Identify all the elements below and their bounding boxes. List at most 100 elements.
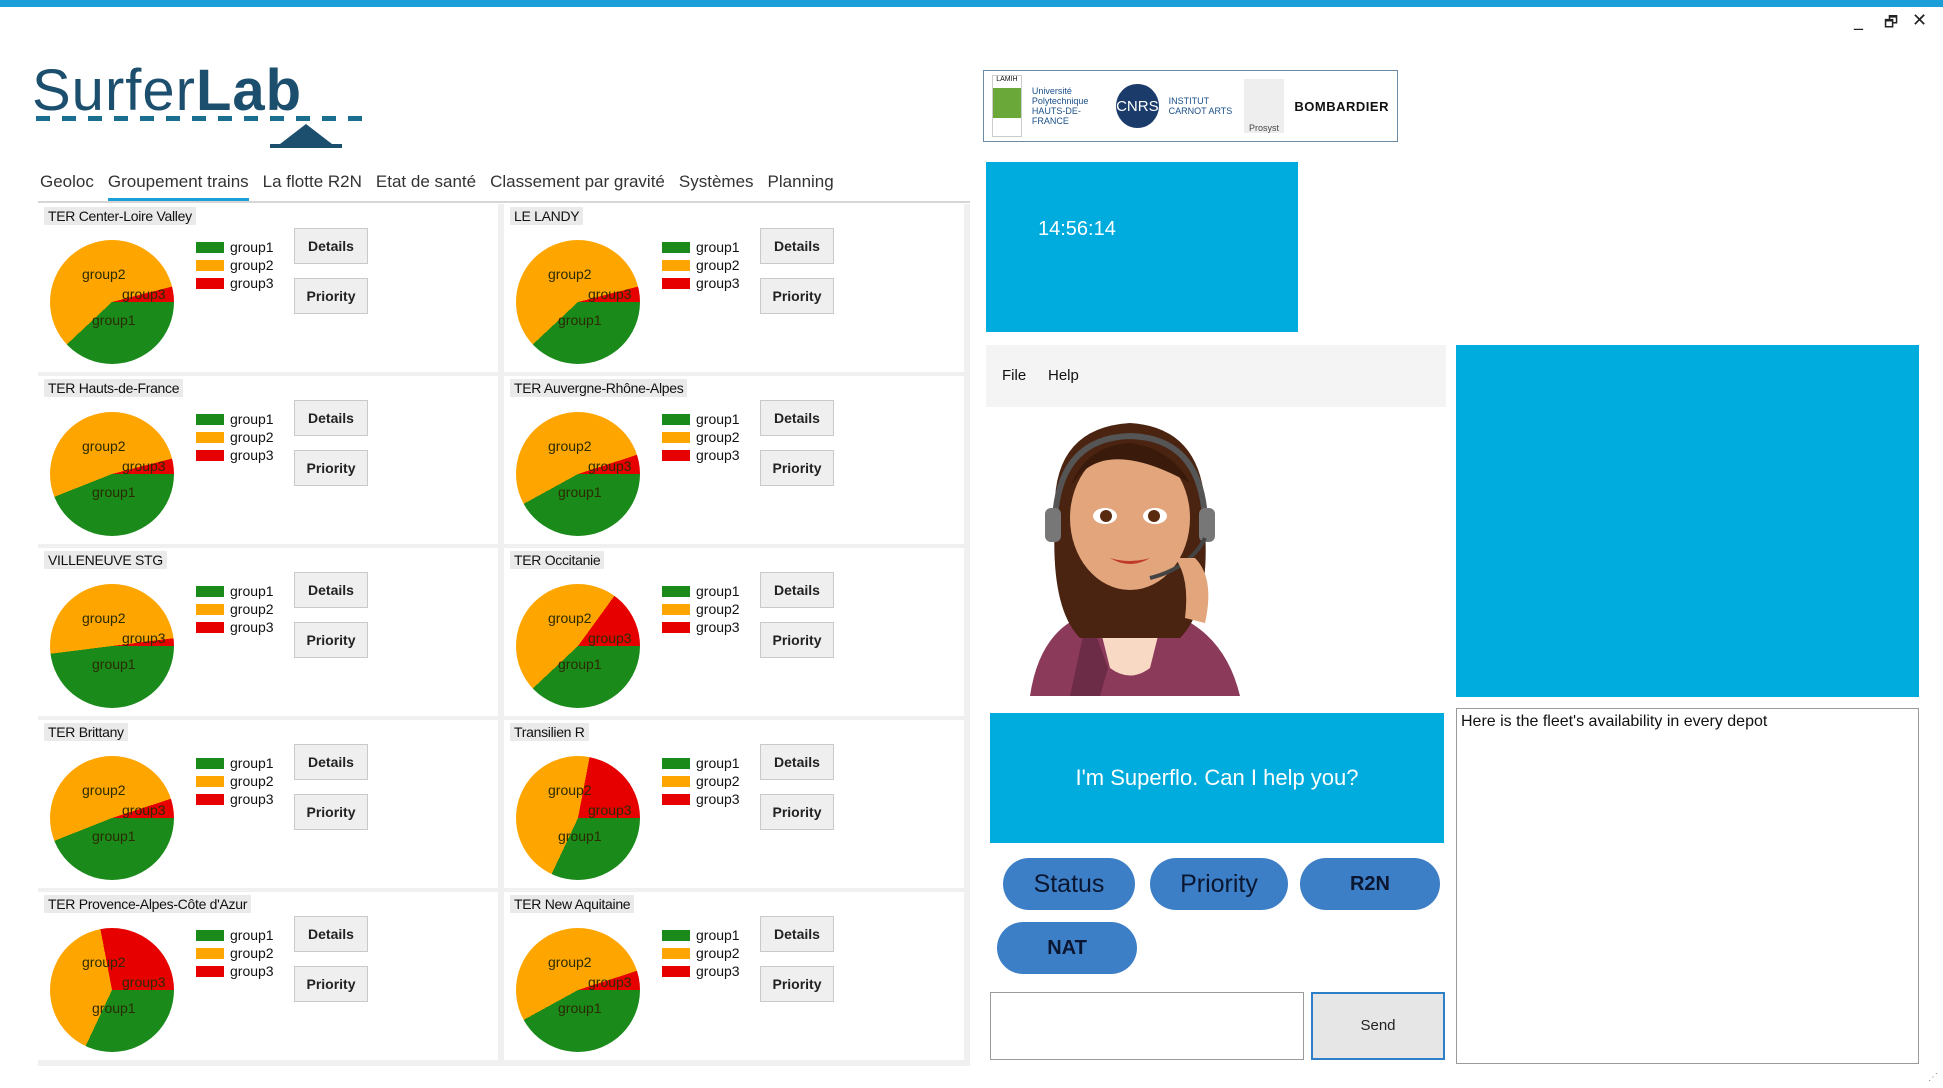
legend-label: group1 (696, 239, 740, 255)
legend-swatch (662, 449, 690, 461)
details-button[interactable]: Details (294, 916, 368, 952)
pie-chart (516, 412, 640, 536)
priority-button[interactable]: Priority (294, 450, 368, 486)
legend-swatch (662, 621, 690, 633)
tab-systemes[interactable]: Systèmes (679, 172, 754, 201)
legend-swatch (196, 449, 224, 461)
tab-la-flotte-r2n[interactable]: La flotte R2N (263, 172, 362, 201)
restore-icon[interactable]: 🗗 (1884, 12, 1898, 37)
priority-button[interactable]: Priority (760, 966, 834, 1002)
pie-slice-label: group1 (92, 828, 136, 844)
pie-chart (516, 756, 640, 880)
chat-menu-bar: File Help (986, 345, 1446, 407)
priority-button[interactable]: Priority (294, 622, 368, 658)
legend-swatch (662, 793, 690, 805)
quick-nat-button[interactable]: NAT (997, 922, 1137, 974)
response-box[interactable]: Here is the fleet's availability in ever… (1456, 708, 1919, 1064)
chat-input[interactable] (990, 992, 1304, 1060)
legend-label: group3 (696, 791, 740, 807)
depot-title: TER Auvergne-Rhône-Alpes (510, 379, 688, 397)
details-button[interactable]: Details (760, 400, 834, 436)
legend-item: group1 (662, 238, 740, 256)
quick-priority-button[interactable]: Priority (1150, 858, 1288, 910)
pie-slice-label: group1 (558, 828, 602, 844)
tab-etat-de-sante[interactable]: Etat de santé (376, 172, 476, 201)
menu-file[interactable]: File (1002, 367, 1026, 384)
tab-underline (38, 201, 970, 203)
legend-item: group2 (196, 256, 274, 274)
quick-status-button[interactable]: Status (1003, 858, 1135, 910)
close-icon[interactable]: ✕ (1912, 10, 1927, 31)
tab-geoloc[interactable]: Geoloc (40, 172, 94, 201)
details-button[interactable]: Details (760, 228, 834, 264)
minimize-icon[interactable]: _ (1854, 10, 1863, 31)
pie-slice-label: group3 (588, 286, 632, 302)
priority-button[interactable]: Priority (294, 278, 368, 314)
details-button[interactable]: Details (760, 572, 834, 608)
legend-item: group1 (196, 754, 274, 772)
priority-button[interactable]: Priority (294, 966, 368, 1002)
depot-panel: TER Brittany group2 group3 group1 group1 grou… (38, 720, 504, 894)
uphf-logo: Université Polytechnique HAUTS-DE-FRANCE (1031, 86, 1089, 126)
pie-chart (516, 584, 640, 708)
legend-item: group3 (196, 274, 274, 292)
details-button[interactable]: Details (760, 916, 834, 952)
legend-item: group1 (662, 582, 740, 600)
priority-button[interactable]: Priority (760, 794, 834, 830)
pie-slice-label: group2 (548, 954, 592, 970)
pie-slice-label: group1 (92, 1000, 136, 1016)
legend-label: group2 (230, 257, 274, 273)
assistant-avatar (1030, 423, 1240, 696)
pie-slice-label: group3 (122, 458, 166, 474)
legend-swatch (662, 947, 690, 959)
response-text: Here is the fleet's availability in ever… (1461, 713, 1768, 730)
pie-slice-label: group3 (122, 802, 166, 818)
legend-item: group3 (662, 446, 740, 464)
send-button[interactable]: Send (1311, 992, 1445, 1060)
depot-panel: TER Hauts-de-France group2 group3 group1 gro… (38, 376, 504, 550)
depot-panel: TER Center-Loire Valley group2 group3 group… (38, 204, 504, 378)
clock-time: 14:56:14 (1038, 218, 1116, 240)
pie-slice-label: group1 (558, 1000, 602, 1016)
priority-button[interactable]: Priority (760, 622, 834, 658)
details-button[interactable]: Details (294, 572, 368, 608)
carnot-logo: INSTITUT CARNOT ARTS (1168, 96, 1233, 116)
details-button[interactable]: Details (760, 744, 834, 780)
legend-swatch (196, 603, 224, 615)
window-top-bar (0, 0, 1943, 7)
details-button[interactable]: Details (294, 400, 368, 436)
pie-slice-label: group3 (122, 286, 166, 302)
legend-swatch (196, 277, 224, 289)
legend-item: group1 (662, 754, 740, 772)
pie-chart (50, 412, 174, 536)
pie-slice-label: group3 (588, 802, 632, 818)
legend-item: group2 (662, 772, 740, 790)
legend-swatch (662, 241, 690, 253)
depot-title: TER Hauts-de-France (44, 379, 184, 397)
bombardier-logo: BOMBARDIER (1294, 98, 1389, 114)
tab-groupement-trains[interactable]: Groupement trains (107, 172, 249, 201)
legend-swatch (196, 585, 224, 597)
legend-item: group3 (196, 962, 274, 980)
legend-item: group1 (196, 926, 274, 944)
pie-slice-label: group2 (82, 438, 126, 454)
legend-swatch (662, 585, 690, 597)
legend-label: group3 (230, 447, 274, 463)
priority-button[interactable]: Priority (760, 278, 834, 314)
resize-grip-icon[interactable]: ⋰ (1928, 1072, 1938, 1083)
priority-button[interactable]: Priority (294, 794, 368, 830)
legend-swatch (662, 431, 690, 443)
details-button[interactable]: Details (294, 228, 368, 264)
pie-slice-label: group3 (588, 974, 632, 990)
quick-r2n-button[interactable]: R2N (1300, 858, 1440, 910)
tab-classement-par-gravite[interactable]: Classement par gravité (490, 172, 665, 201)
legend-item: group3 (662, 962, 740, 980)
tab-planning[interactable]: Planning (768, 172, 834, 201)
depot-title: TER Brittany (44, 723, 128, 741)
pie-slice-label: group2 (548, 266, 592, 282)
pie-slice-label: group2 (548, 610, 592, 626)
priority-button[interactable]: Priority (760, 450, 834, 486)
legend-label: group2 (696, 429, 740, 445)
menu-help[interactable]: Help (1048, 367, 1079, 384)
details-button[interactable]: Details (294, 744, 368, 780)
